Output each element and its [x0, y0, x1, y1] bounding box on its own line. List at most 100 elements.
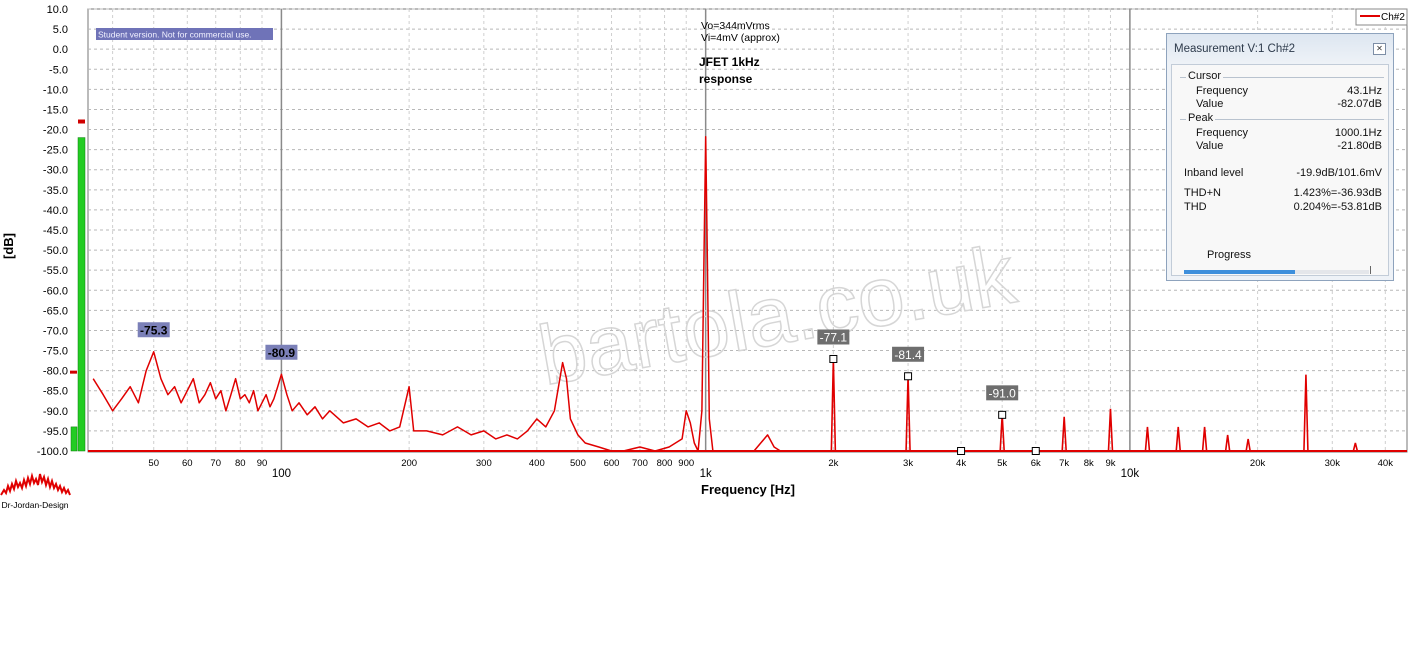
- x-tick-label: 800: [657, 458, 673, 469]
- legend-label: Ch#2: [1381, 12, 1405, 23]
- x-tick-label: 20k: [1250, 458, 1266, 469]
- x-tick-label: 9k: [1105, 458, 1115, 469]
- y-tick-label: -60.0: [43, 285, 68, 297]
- peak-value-value: -21.80dB: [1337, 140, 1382, 152]
- close-icon[interactable]: ✕: [1373, 43, 1386, 55]
- level-meter-marker: [70, 370, 77, 374]
- marker-square: [957, 447, 966, 455]
- cursor-value-value: -82.07dB: [1337, 98, 1382, 110]
- thdn-value: 1.423%=-36.93dB: [1293, 187, 1382, 199]
- x-tick-label: 60: [182, 458, 193, 469]
- student-banner-text: Student version. Not for commercial use.: [98, 30, 252, 40]
- y-tick-label: -30.0: [43, 165, 68, 177]
- x-tick-label: 400: [529, 458, 545, 469]
- cursor-frequency-row: Frequency 43.1Hz: [1196, 85, 1382, 98]
- measurement-window-title: Measurement V:1 Ch#2: [1167, 34, 1393, 64]
- marker-square: [1031, 447, 1040, 455]
- peak-value-row: Value -21.80dB: [1196, 140, 1382, 153]
- measurement-window[interactable]: Measurement V:1 Ch#2 ✕ Cursor Frequency …: [1166, 33, 1394, 281]
- x-tick-label: 90: [257, 458, 268, 469]
- cursor-value-label: Value: [1196, 98, 1224, 110]
- peak-value-label: Value: [1196, 140, 1224, 152]
- cursor-frequency-value: 43.1Hz: [1347, 85, 1382, 97]
- logo-text: Dr-Jordan-Design: [1, 500, 68, 510]
- y-tick-label: -95.0: [43, 426, 68, 438]
- y-tick-label: -40.0: [43, 205, 68, 217]
- y-tick-label: -50.0: [43, 245, 68, 257]
- x-tick-label: 5k: [997, 458, 1007, 469]
- x-tick-label: 80: [235, 458, 246, 469]
- x-tick-label: 4k: [956, 458, 966, 469]
- progress-label: Progress: [1207, 249, 1252, 261]
- level-meter-bar-secondary: [70, 426, 78, 452]
- cursor-group-title: Cursor: [1186, 70, 1224, 82]
- marker-square: [829, 354, 838, 363]
- y-tick-label: -35.0: [43, 185, 68, 197]
- dr-jordan-logo: Dr-Jordan-Design: [0, 472, 71, 510]
- x-axis-ticks: 50 60 70 80 90 100 200 300 400 500 600 700 800 900 1k 2…: [148, 458, 1393, 480]
- thd-value: 0.204%=-53.81dB: [1293, 201, 1382, 213]
- x-tick-label: 6k: [1031, 458, 1041, 469]
- legend[interactable]: Ch#2: [1355, 8, 1408, 26]
- y-axis-ticks: 10.0 5.0 0.0 -5.0 -10.0 -15.0 -20.0 -25.0 -30.0 -…: [37, 4, 68, 458]
- y-axis-label: [dB]: [1, 233, 16, 259]
- x-tick-label: 70: [210, 458, 221, 469]
- y-tick-label: -10.0: [43, 84, 68, 96]
- x-tick-label: 8k: [1084, 458, 1094, 469]
- x-tick-label: 1k: [700, 468, 712, 480]
- x-tick-label: 100: [272, 468, 291, 480]
- inband-row: Inband level -19.9dB/101.6mV: [1184, 167, 1382, 180]
- marker-square: [998, 410, 1007, 419]
- marker-label: -77.1: [820, 330, 848, 344]
- x-tick-label: 300: [476, 458, 492, 469]
- x-tick-label: 2k: [828, 458, 838, 469]
- cursor-group: Cursor: [1180, 70, 1384, 82]
- x-tick-label: 7k: [1059, 458, 1069, 469]
- inband-value: -19.9dB/101.6mV: [1296, 167, 1382, 179]
- marker-label: -91.0: [988, 386, 1016, 400]
- x-axis-label: Frequency [Hz]: [701, 482, 795, 497]
- peak-frequency-row: Frequency 1000.1Hz: [1196, 127, 1382, 140]
- vi-annotation: Vi=4mV (approx): [701, 32, 780, 44]
- y-tick-label: -100.0: [37, 446, 68, 458]
- y-tick-label: -65.0: [43, 305, 68, 317]
- y-tick-label: -90.0: [43, 406, 68, 418]
- x-tick-label: 500: [570, 458, 586, 469]
- x-tick-label: 10k: [1121, 468, 1140, 480]
- y-tick-label: -55.0: [43, 265, 68, 277]
- y-tick-label: -25.0: [43, 145, 68, 157]
- marker-label: -81.4: [894, 348, 922, 362]
- thd-row: THD 0.204%=-53.81dB: [1184, 201, 1382, 214]
- thdn-row: THD+N 1.423%=-36.93dB: [1184, 187, 1382, 200]
- peak-group-title: Peak: [1186, 112, 1216, 124]
- vo-annotation: Vo=344mVrms: [701, 20, 770, 32]
- y-tick-label: -75.0: [43, 346, 68, 358]
- cursor-frequency-label: Frequency: [1196, 85, 1248, 97]
- y-tick-label: -15.0: [43, 104, 68, 116]
- x-tick-label: 600: [604, 458, 620, 469]
- cursor-value-row: Value -82.07dB: [1196, 98, 1382, 111]
- peak-group: Peak: [1180, 112, 1384, 124]
- marker-square: [904, 372, 913, 381]
- x-tick-label: 30k: [1325, 458, 1341, 469]
- y-tick-label: -70.0: [43, 325, 68, 337]
- thdn-label: THD+N: [1184, 187, 1221, 199]
- y-tick-label: -80.0: [43, 366, 68, 378]
- y-tick-label: -85.0: [43, 386, 68, 398]
- peak-frequency-value: 1000.1Hz: [1334, 127, 1382, 139]
- x-tick-label: 3k: [903, 458, 913, 469]
- marker-label: -80.9: [268, 346, 296, 360]
- logo-waveform: [0, 472, 71, 496]
- chart-title-line1: JFET 1kHz: [699, 55, 760, 69]
- y-tick-label: -45.0: [43, 225, 68, 237]
- inband-label: Inband level: [1184, 167, 1244, 179]
- x-tick-label: 40k: [1378, 458, 1394, 469]
- peak-frequency-label: Frequency: [1196, 127, 1248, 139]
- x-tick-label: 700: [632, 458, 648, 469]
- y-tick-label: -5.0: [49, 64, 68, 76]
- level-meter: [70, 119, 86, 452]
- y-tick-label: 5.0: [53, 24, 68, 36]
- progress-bar: [1184, 266, 1371, 274]
- level-meter-bar: [77, 137, 86, 452]
- level-meter-peak-hold: [78, 119, 85, 124]
